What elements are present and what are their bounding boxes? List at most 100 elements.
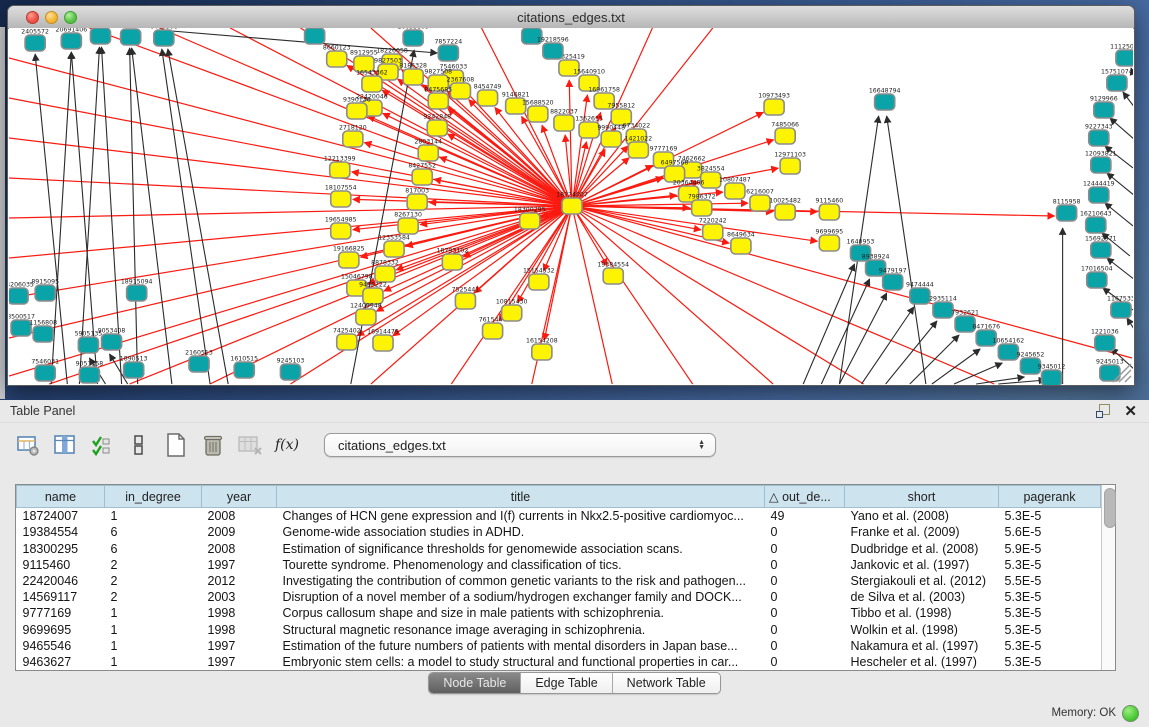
table-cell[interactable]: 0 — [765, 557, 845, 573]
table-cell[interactable]: 1 — [105, 654, 202, 670]
graph-node[interactable] — [933, 302, 953, 318]
table-cell[interactable]: Hescheler et al. (1997) — [845, 654, 999, 670]
table-cell[interactable]: 2012 — [202, 573, 277, 589]
table-row[interactable]: 1456911722003Disruption of a novel membe… — [17, 589, 1101, 605]
table-cell[interactable]: Franke et al. (2009) — [845, 524, 999, 540]
graph-node[interactable] — [1116, 50, 1133, 66]
graph-node[interactable] — [25, 35, 45, 51]
graph-node[interactable] — [477, 90, 497, 106]
table-cell[interactable]: 14569117 — [17, 589, 105, 605]
graph-node[interactable] — [1095, 335, 1115, 351]
table-cell[interactable]: 22420046 — [17, 573, 105, 589]
graph-node[interactable] — [398, 218, 418, 234]
table-cell[interactable]: 2 — [105, 557, 202, 573]
graph-node[interactable] — [9, 288, 28, 304]
table-cell[interactable]: Changes of HCN gene expression and I(f) … — [277, 508, 765, 525]
table-cell[interactable]: 18724007 — [17, 508, 105, 525]
graph-node[interactable] — [998, 344, 1018, 360]
column-header-short[interactable]: short — [845, 486, 999, 508]
table-cell[interactable]: 1 — [105, 621, 202, 637]
graph-node[interactable] — [127, 285, 147, 301]
graph-node[interactable] — [121, 29, 141, 45]
graph-node[interactable] — [1091, 242, 1111, 258]
delete-table-icon[interactable] — [236, 431, 264, 459]
table-cell[interactable]: Dudbridge et al. (2008) — [845, 541, 999, 557]
table-cell[interactable]: 9777169 — [17, 605, 105, 621]
column-header-title[interactable]: title — [277, 486, 765, 508]
table-cell[interactable]: Investigating the contribution of common… — [277, 573, 765, 589]
table-cell[interactable]: Yano et al. (2008) — [845, 508, 999, 525]
graph-node[interactable] — [35, 365, 55, 381]
table-cell[interactable]: 2 — [105, 589, 202, 605]
graph-node[interactable] — [343, 131, 363, 147]
table-cell[interactable]: Nakamura et al. (1997) — [845, 638, 999, 654]
table-cell[interactable]: 1997 — [202, 654, 277, 670]
graph-node[interactable] — [124, 362, 144, 378]
graph-node[interactable] — [603, 268, 623, 284]
graph-node[interactable] — [412, 169, 432, 185]
network-canvas[interactable]: 1872400718300295193845548660123891295518… — [9, 28, 1133, 385]
table-row[interactable]: 911546021997Tourette syndrome. Phenomeno… — [17, 557, 1101, 573]
table-cell[interactable]: Tourette syndrome. Phenomenology and cla… — [277, 557, 765, 573]
table-cell[interactable]: 0 — [765, 573, 845, 589]
table-cell[interactable]: 5.3E-5 — [999, 557, 1101, 573]
graph-node[interactable] — [502, 305, 522, 321]
graph-node[interactable] — [703, 224, 723, 240]
graph-node[interactable] — [331, 223, 351, 239]
close-window-button[interactable] — [26, 11, 39, 24]
graph-node[interactable] — [725, 183, 745, 199]
graph-node[interactable] — [154, 30, 174, 46]
table-cell[interactable]: 6 — [105, 541, 202, 557]
graph-node[interactable] — [780, 158, 800, 174]
graph-node[interactable] — [883, 274, 903, 290]
table-row[interactable]: 946362711997Embryonic stem cells: a mode… — [17, 654, 1101, 670]
minimize-window-button[interactable] — [45, 11, 58, 24]
graph-node[interactable] — [554, 115, 574, 131]
table-cell[interactable]: 1998 — [202, 621, 277, 637]
table-cell[interactable]: 5.3E-5 — [999, 621, 1101, 637]
table-cell[interactable]: 5.3E-5 — [999, 605, 1101, 621]
table-cell[interactable]: 9463627 — [17, 654, 105, 670]
graph-node[interactable] — [442, 254, 462, 270]
table-cell[interactable]: de Silva et al. (2003) — [845, 589, 999, 605]
table-row[interactable]: 1938455462009Genome-wide association stu… — [17, 524, 1101, 540]
new-table-icon[interactable] — [162, 431, 190, 459]
table-cell[interactable]: 0 — [765, 589, 845, 605]
graph-node[interactable] — [280, 364, 300, 380]
graph-node[interactable] — [692, 200, 712, 216]
graph-node[interactable] — [1089, 130, 1109, 146]
table-cell[interactable]: 9699695 — [17, 621, 105, 637]
graph-node[interactable] — [362, 76, 382, 92]
table-cell[interactable]: 1 — [105, 638, 202, 654]
select-rows-icon[interactable] — [88, 431, 116, 459]
zoom-window-button[interactable] — [64, 11, 77, 24]
table-cell[interactable]: 5.3E-5 — [999, 638, 1101, 654]
graph-node[interactable] — [407, 194, 427, 210]
table-cell[interactable]: Estimation of significance thresholds fo… — [277, 541, 765, 557]
table-row[interactable]: 946554611997Estimation of the future num… — [17, 638, 1101, 654]
row-height-icon[interactable] — [125, 431, 153, 459]
graph-node[interactable] — [910, 288, 930, 304]
table-cell[interactable]: 5.3E-5 — [999, 654, 1101, 670]
graph-node[interactable] — [1091, 157, 1111, 173]
graph-node[interactable] — [1111, 302, 1131, 318]
graph-node[interactable] — [775, 128, 795, 144]
close-panel-icon[interactable]: ✕ — [1124, 404, 1137, 419]
graph-node[interactable] — [1089, 187, 1109, 203]
graph-node[interactable] — [403, 69, 423, 85]
graph-node[interactable] — [764, 99, 784, 115]
table-cell[interactable]: 0 — [765, 605, 845, 621]
graph-node[interactable] — [731, 238, 751, 254]
graph-node[interactable] — [418, 145, 438, 161]
graph-node[interactable] — [373, 335, 393, 351]
window-titlebar[interactable]: citations_edges.txt — [8, 6, 1134, 29]
table-cell[interactable]: 6 — [105, 524, 202, 540]
table-cell[interactable]: Disruption of a novel member of a sodium… — [277, 589, 765, 605]
table-cell[interactable]: 9115460 — [17, 557, 105, 573]
graph-node[interactable] — [455, 293, 475, 309]
graph-node[interactable] — [579, 122, 599, 138]
graph-node[interactable] — [35, 285, 55, 301]
table-cell[interactable]: 1 — [105, 508, 202, 525]
table-cell[interactable]: 2008 — [202, 541, 277, 557]
network-view-window[interactable]: citations_edges.txt 18724007183002951938… — [7, 5, 1135, 386]
